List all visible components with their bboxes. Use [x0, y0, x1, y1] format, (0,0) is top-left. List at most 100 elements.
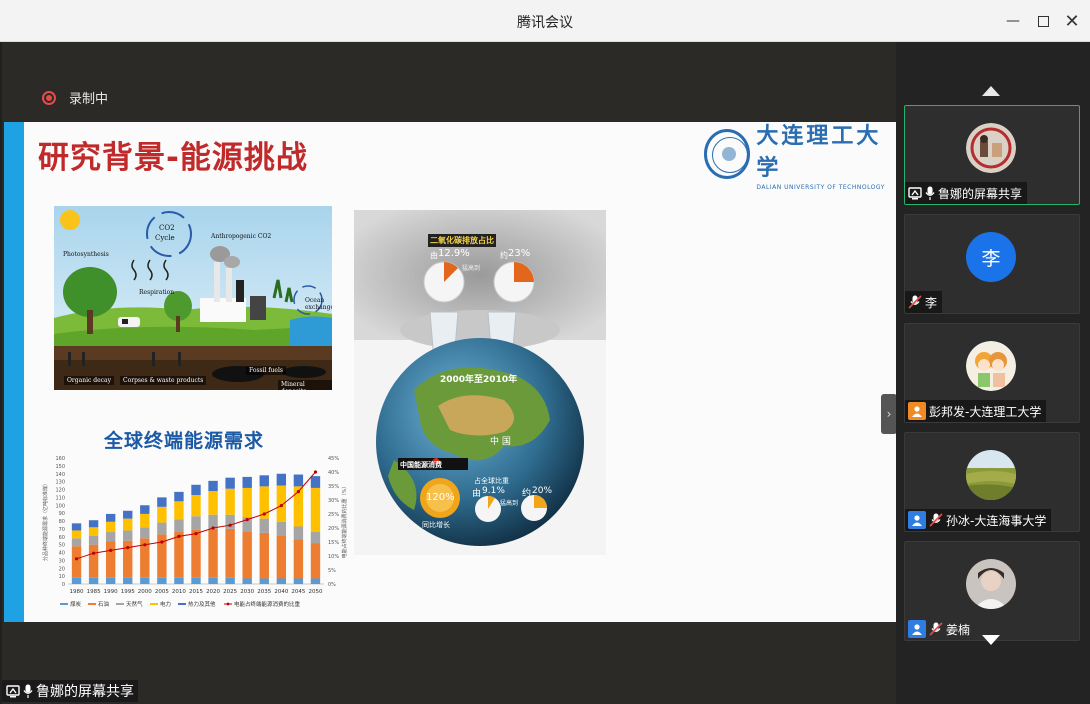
minimize-button[interactable]: —: [1000, 8, 1026, 34]
y-tick-label: 130: [55, 480, 65, 486]
y-tick-label: 40: [59, 551, 65, 557]
country-label: 中 国: [490, 437, 511, 447]
bar-segment: [293, 539, 304, 579]
y-tick-label: 160: [55, 456, 65, 462]
slide-title: 研究背景-能源挑战: [38, 140, 308, 176]
y2-tick-label: 10%: [328, 554, 339, 560]
close-button[interactable]: ✕: [1059, 8, 1085, 34]
bar-segment: [157, 522, 167, 535]
line-point: [92, 551, 96, 555]
line-point: [228, 523, 232, 527]
line-point: [245, 518, 249, 522]
bar-segment: [105, 513, 116, 522]
bar-segment: [293, 526, 304, 540]
legend-swatch: [226, 602, 230, 606]
bar-segment: [88, 577, 99, 584]
participants-panel: 鲁娜的屏幕共享 李 李 彭邦发-大连理工大学 孙冰-大连海事大学 姜楠: [896, 42, 1090, 704]
x-tick-label: 2025: [223, 589, 237, 595]
energy-demand-chart: 0102030405060708090100110120130140150160…: [42, 456, 348, 608]
bar-segment: [310, 476, 321, 488]
bar-segment: [88, 520, 99, 528]
label-ocean: Ocean exchange: [305, 297, 332, 311]
y-tick-label: 110: [55, 495, 65, 501]
bar-segment: [174, 577, 184, 584]
bar-segment: [174, 501, 184, 520]
participant-name: 孙冰-大连海事大学: [946, 513, 1047, 528]
y2-tick-label: 5%: [328, 568, 336, 574]
y-tick-label: 80: [59, 519, 65, 525]
maximize-button[interactable]: [1030, 8, 1056, 34]
recording-indicator[interactable]: 录制中: [42, 88, 108, 107]
minimize-icon: —: [1006, 13, 1020, 29]
y2-tick-label: 0%: [328, 582, 336, 588]
bar-segment: [71, 577, 82, 584]
bar-segment: [191, 495, 201, 517]
bar-segment: [259, 518, 269, 533]
bar-segment: [88, 544, 99, 578]
x-tick-label: 1980: [70, 589, 84, 595]
svg-text:CO2: CO2: [159, 224, 175, 232]
legend-swatch: [88, 603, 96, 605]
logo-name-cn: 大连理工大学: [756, 122, 882, 181]
bar-segment: [293, 474, 304, 487]
bar-segment: [293, 578, 304, 584]
legend-label: 石油: [98, 600, 110, 608]
university-seal-icon: [704, 129, 751, 179]
bar-segment: [157, 506, 167, 523]
bar-segment: [242, 476, 252, 488]
legend-label: 天然气: [126, 600, 143, 608]
y-tick-label: 70: [59, 527, 65, 533]
y-tick-label: 50: [59, 543, 65, 549]
y-tick-label: 100: [55, 503, 65, 509]
participant-label: 鲁娜的屏幕共享: [905, 182, 1028, 204]
screen-share-icon: [908, 186, 922, 200]
line-point: [194, 532, 198, 536]
bar-segment: [123, 530, 133, 541]
legend-swatch: [178, 603, 186, 605]
x-tick-label: 2045: [291, 589, 305, 595]
line-point: [211, 526, 215, 530]
avatar: [966, 123, 1016, 173]
line-point: [279, 504, 283, 508]
bar-segment: [191, 529, 201, 578]
participant-tile[interactable]: 彭邦发-大连理工大学: [904, 323, 1080, 423]
legend-label: 电力: [160, 600, 171, 608]
scroll-up-icon[interactable]: [982, 86, 1000, 96]
global-to-value: 20%: [532, 486, 553, 496]
bar-segment: [140, 577, 150, 584]
legend-label: 热力及其他: [188, 600, 216, 608]
participant-tile[interactable]: 孙冰-大连海事大学: [904, 432, 1080, 532]
co2-cycle-illustration: CO2 Cycle Photosynthesis Anthropogenic C…: [54, 206, 332, 390]
participant-label: 李: [905, 291, 943, 313]
user-icon: [908, 402, 926, 420]
participant-label: 姜楠: [905, 618, 975, 640]
recording-label: 录制中: [69, 92, 109, 107]
x-tick-label: 2015: [189, 589, 203, 595]
global-from-value: 9.1%: [482, 486, 505, 496]
y2-tick-label: 25%: [328, 512, 339, 518]
x-tick-label: 1985: [87, 589, 101, 595]
slide-accent-bar: [4, 122, 24, 622]
y-tick-label: 30: [59, 558, 65, 564]
participant-name: 李: [925, 295, 938, 310]
growth-label: 同比增长: [422, 521, 450, 529]
collapse-panel-button[interactable]: ›: [881, 394, 897, 434]
participant-tile[interactable]: 李 李: [904, 214, 1080, 314]
university-logo: 大连理工大学 DALIAN UNIVERSITY OF TECHNOLOGY: [704, 123, 894, 191]
line-point: [126, 546, 130, 550]
participant-tile[interactable]: 姜楠: [904, 541, 1080, 641]
participant-name: 彭邦发-大连理工大学: [929, 404, 1042, 419]
y-tick-label: 120: [55, 488, 65, 494]
legend-label: 煤炭: [70, 600, 82, 608]
scroll-down-icon[interactable]: [982, 635, 1000, 645]
bar-segment: [71, 538, 82, 547]
y2-tick-label: 45%: [328, 456, 339, 462]
line-point: [109, 548, 113, 552]
bar-segment: [242, 578, 252, 584]
label-respiration: Respiration: [139, 289, 175, 296]
y2-tick-label: 20%: [328, 526, 339, 532]
participant-tile[interactable]: 鲁娜的屏幕共享: [904, 105, 1080, 205]
avatar: [966, 450, 1016, 500]
co2-share-title: 二氧化碳排放占比: [428, 234, 496, 247]
bar-segment: [105, 521, 116, 533]
